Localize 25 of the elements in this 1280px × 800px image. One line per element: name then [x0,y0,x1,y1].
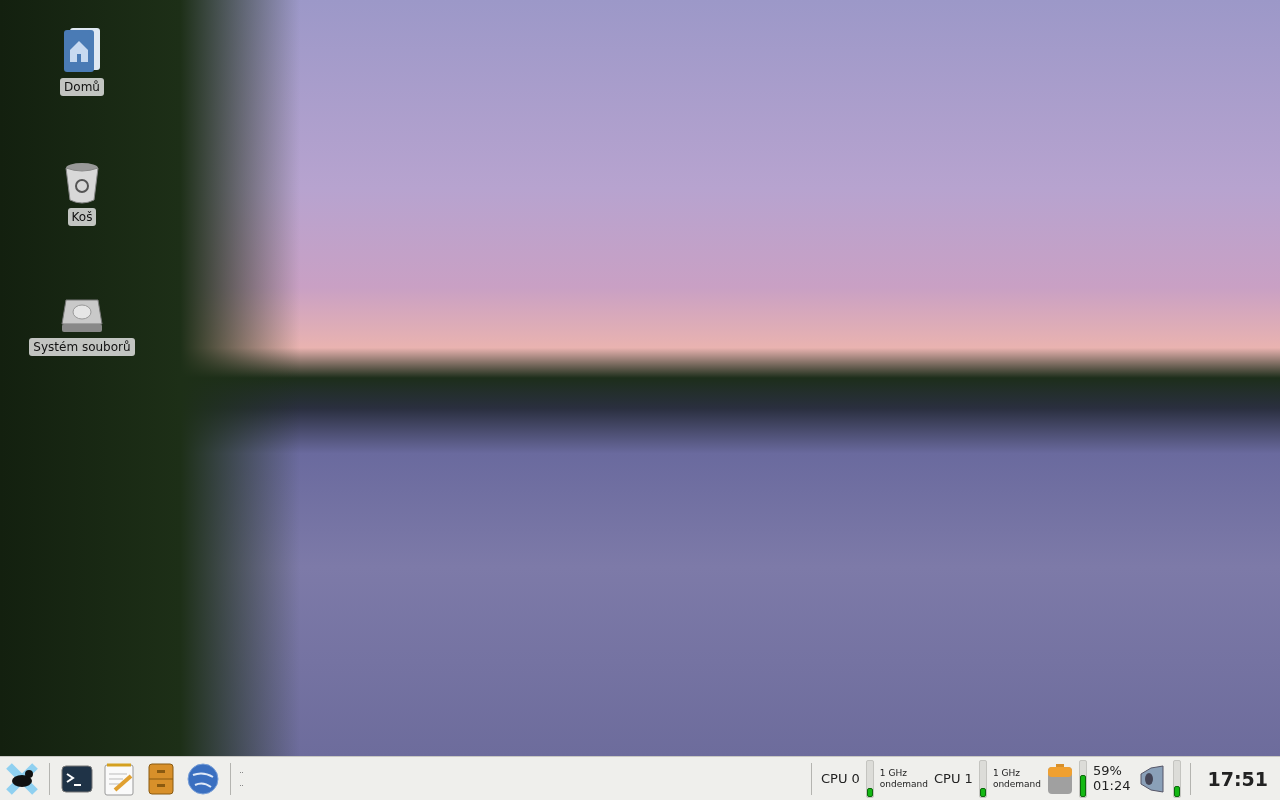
launcher-button[interactable] [4,760,40,797]
cpu-governor: ondemand [992,778,1042,789]
desktop-icon-label: Domů [60,78,104,96]
desktop-icon-label: Koš [67,208,97,226]
trash-icon [64,162,100,204]
cpu-label: CPU 1 [934,771,973,786]
cpu-label: CPU 0 [821,771,860,786]
cabinet-icon [148,762,174,795]
clock[interactable]: 17:51 [1199,767,1276,790]
desktop-icon[interactable]: Koš [22,162,142,226]
hard-drive-icon [60,298,104,334]
desktop-icon[interactable]: Systém souborů [22,298,142,356]
battery-icon [1047,762,1074,795]
globe-icon [187,762,219,795]
cpu-governor: ondemand [879,778,929,789]
mouse-logo-icon [5,761,39,796]
battery-percent: 59% [1093,763,1123,779]
cpu-frequency: 1 GHz [879,768,908,779]
cpu-frequency: 1 GHz [992,768,1021,779]
desktop-icon[interactable]: Domů [22,26,142,96]
battery-time: 01:24 [1093,778,1131,794]
home-folder-icon [62,26,102,74]
terminal-icon [61,764,93,793]
notepad-pencil-icon [103,761,135,796]
desktop-icon-label: Systém souborů [29,338,135,356]
